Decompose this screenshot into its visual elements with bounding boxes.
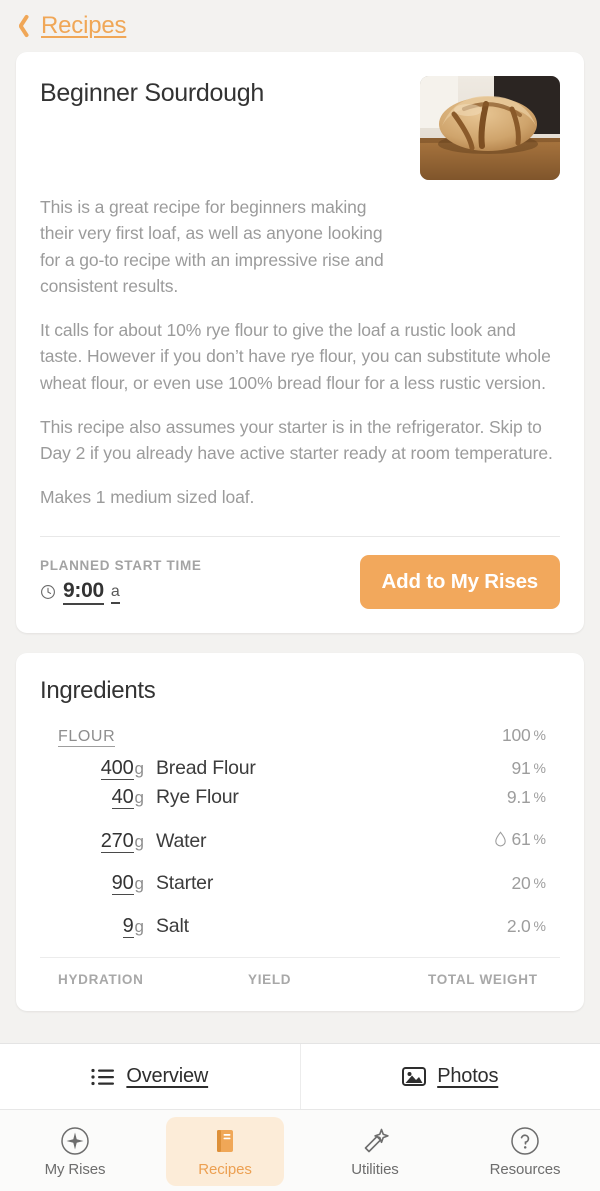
row-spacer bbox=[58, 901, 546, 915]
tab-utilities-label[interactable]: Utilities bbox=[351, 1161, 399, 1178]
bottom-tab-bar: My Rises Recipes Utilities Resources bbox=[0, 1110, 600, 1191]
card-divider bbox=[40, 535, 560, 537]
planned-start-time-meridiem[interactable]: a bbox=[110, 581, 120, 605]
row-spacer bbox=[58, 815, 546, 829]
list-icon bbox=[91, 1068, 115, 1085]
ingredient-name: Bread Flour bbox=[156, 756, 256, 779]
table-row[interactable]: 270g Water 61% bbox=[58, 829, 546, 858]
magic-wand-icon bbox=[364, 1128, 389, 1153]
percent-sign: % bbox=[533, 875, 546, 891]
ingredient-amount[interactable]: 90g bbox=[58, 871, 144, 895]
segment-photos[interactable]: Photos bbox=[299, 1044, 600, 1109]
percent-sign: % bbox=[533, 789, 546, 805]
ingredients-section-title: Ingredients bbox=[40, 676, 156, 704]
ingredient-percent: 2.0% bbox=[507, 916, 546, 937]
chevron-left-icon bbox=[14, 13, 32, 39]
question-circle-icon bbox=[511, 1127, 539, 1155]
ingredients-table: 400g Bread Flour 91% 40g Rye Flour 9.1% … bbox=[40, 756, 560, 944]
tab-my-rises-label[interactable]: My Rises bbox=[45, 1161, 106, 1178]
ingredient-percent-value: 9.1 bbox=[506, 786, 531, 807]
page-title: Beginner Sourdough bbox=[40, 79, 264, 107]
ingredients-divider bbox=[40, 956, 560, 958]
flour-group-percent-value: 100 bbox=[501, 724, 531, 745]
ingredient-amount-value[interactable]: 40 bbox=[111, 785, 134, 809]
ingredient-percent-value: 2.0 bbox=[506, 915, 531, 936]
ingredients-card: Ingredients FLOUR 100% 400g Bread Flour … bbox=[16, 652, 584, 1011]
description-paragraph: It calls for about 10% rye flour to give… bbox=[40, 320, 551, 393]
tab-recipes-label[interactable]: Recipes bbox=[198, 1161, 252, 1178]
percent-sign: % bbox=[533, 760, 546, 776]
ingredient-amount[interactable]: 270g bbox=[58, 830, 144, 853]
tab-resources[interactable]: Resources bbox=[466, 1117, 584, 1186]
flour-group-label[interactable]: FLOUR bbox=[58, 728, 116, 747]
flour-group-percent: 100% bbox=[502, 725, 546, 746]
ingredient-amount-value[interactable]: 400 bbox=[100, 756, 134, 780]
back-link-label[interactable]: Recipes bbox=[41, 12, 127, 40]
segment-photos-label[interactable]: Photos bbox=[437, 1065, 498, 1088]
table-row[interactable]: 9g Salt 2.0% bbox=[58, 914, 546, 944]
table-row[interactable]: 40g Rye Flour 9.1% bbox=[58, 785, 546, 815]
clock-icon bbox=[41, 585, 55, 600]
add-to-my-rises-button[interactable]: Add to My Rises bbox=[359, 554, 560, 609]
book-icon bbox=[217, 1130, 233, 1152]
planned-start-row: PLANNED START TIME 9:00 a Add to My Rise… bbox=[40, 554, 560, 609]
ingredient-name: Water bbox=[156, 830, 207, 852]
stat-label-yield: YIELD bbox=[248, 971, 292, 987]
ingredient-unit: g bbox=[134, 787, 144, 807]
planned-start-time-value[interactable]: 9:00 bbox=[63, 580, 104, 605]
ingredient-unit: g bbox=[134, 832, 144, 851]
view-segmented-control: Overview Photos bbox=[0, 1043, 600, 1110]
recipe-title-row: Beginner Sourdough bbox=[40, 76, 560, 180]
tab-utilities[interactable]: Utilities bbox=[316, 1117, 434, 1186]
ingredient-name: Salt bbox=[156, 914, 189, 937]
row-spacer bbox=[58, 858, 546, 872]
tab-my-rises[interactable]: My Rises bbox=[16, 1117, 134, 1186]
segment-overview[interactable]: Overview bbox=[0, 1044, 300, 1109]
flour-group-header[interactable]: FLOUR 100% bbox=[40, 725, 560, 747]
ingredient-amount-value[interactable]: 9 bbox=[122, 914, 134, 938]
planned-start-group: PLANNED START TIME 9:00 a bbox=[40, 558, 202, 605]
segment-overview-label[interactable]: Overview bbox=[126, 1065, 208, 1088]
percent-sign: % bbox=[533, 831, 546, 847]
ingredient-percent: 9.1% bbox=[507, 787, 546, 808]
recipe-overview-card: Beginner Sourdough This is a great recip… bbox=[16, 52, 584, 633]
ingredient-amount[interactable]: 40g bbox=[58, 785, 144, 809]
ingredient-unit: g bbox=[134, 758, 144, 778]
back-navigation-bar[interactable]: Recipes bbox=[0, 0, 600, 52]
stat-label-total-weight: TOTAL WEIGHT bbox=[428, 971, 538, 987]
ingredient-stats-header: HYDRATION YIELD TOTAL WEIGHT bbox=[40, 972, 560, 987]
ingredient-amount[interactable]: 9g bbox=[58, 914, 144, 938]
ingredient-percent-value: 61 bbox=[511, 828, 531, 849]
sparkle-circle-icon bbox=[61, 1127, 89, 1155]
tab-recipes[interactable]: Recipes bbox=[166, 1117, 284, 1186]
photo-icon bbox=[402, 1067, 427, 1086]
planned-start-time-field[interactable]: 9:00 a bbox=[40, 580, 202, 605]
stat-label-hydration: HYDRATION bbox=[58, 971, 144, 987]
ingredient-amount-value[interactable]: 270 bbox=[100, 830, 134, 853]
ingredient-percent: 61% bbox=[494, 829, 546, 850]
ingredient-name: Starter bbox=[156, 871, 214, 894]
ingredient-unit: g bbox=[134, 873, 144, 893]
ingredient-percent: 20% bbox=[511, 873, 546, 894]
planned-start-label: PLANNED START TIME bbox=[40, 558, 202, 574]
tab-resources-label[interactable]: Resources bbox=[490, 1161, 561, 1178]
table-row[interactable]: 90g Starter 20% bbox=[58, 871, 546, 901]
percent-sign: % bbox=[533, 918, 546, 934]
ingredient-unit: g bbox=[134, 916, 144, 936]
description-paragraph: Makes 1 medium sized loaf. bbox=[40, 487, 255, 508]
ingredient-percent-value: 91 bbox=[511, 757, 531, 778]
ingredient-amount[interactable]: 400g bbox=[58, 756, 144, 780]
percent-sign: % bbox=[533, 727, 546, 743]
ingredient-percent: 91% bbox=[511, 758, 546, 779]
description-paragraph: This is a great recipe for beginners mak… bbox=[40, 197, 384, 296]
sourdough-loaf-photo[interactable] bbox=[420, 76, 560, 180]
ingredient-percent-value: 20 bbox=[511, 872, 531, 893]
ingredient-amount-value[interactable]: 90 bbox=[111, 871, 134, 895]
recipe-description: This is a great recipe for beginners mak… bbox=[40, 194, 560, 511]
ingredient-name: Rye Flour bbox=[156, 785, 239, 808]
table-row[interactable]: 400g Bread Flour 91% bbox=[58, 756, 546, 786]
description-paragraph: This recipe also assumes your starter is… bbox=[40, 416, 553, 463]
water-drop-icon bbox=[495, 831, 507, 847]
